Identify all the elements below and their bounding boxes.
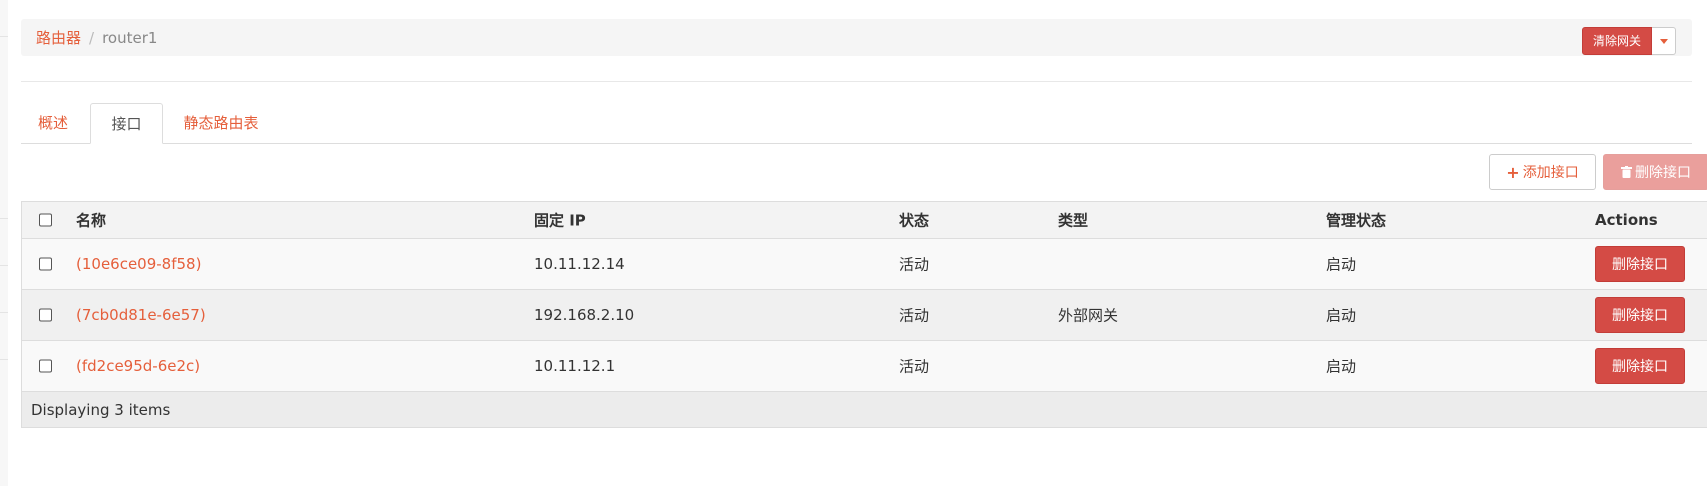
plus-icon: + xyxy=(1506,162,1520,182)
tab-overview[interactable]: 概述 xyxy=(21,103,85,143)
column-header-status[interactable]: 状态 xyxy=(899,210,929,231)
delete-interface-button[interactable]: 删除接口 xyxy=(1595,348,1685,384)
admin-state-cell: 启动 xyxy=(1326,306,1357,325)
admin-state-cell: 启动 xyxy=(1326,255,1357,274)
breadcrumb-current: router1 xyxy=(102,29,158,47)
page-header: 路由器 / router1 清除网关 xyxy=(21,19,1692,56)
interface-name-link[interactable]: (fd2ce95d-6e2c) xyxy=(76,357,200,375)
status-cell: 活动 xyxy=(899,357,930,376)
select-all-checkbox[interactable] xyxy=(39,213,52,227)
table-row: (10e6ce09-8f58) 10.11.12.14 活动 启动 删除接口 xyxy=(22,238,1707,289)
left-panel-edge xyxy=(0,0,8,486)
column-header-actions: Actions xyxy=(1595,211,1658,229)
caret-down-icon xyxy=(1659,38,1668,44)
delete-interfaces-label: 删除接口 xyxy=(1635,165,1691,181)
add-interface-label: 添加接口 xyxy=(1522,165,1579,181)
table-footer: Displaying 3 items xyxy=(22,391,1707,427)
delete-interfaces-button[interactable]: 删除接口 xyxy=(1603,154,1707,190)
interfaces-table: 名称 固定 IP 状态 类型 管理状态 Actions (10e6ce09-8f… xyxy=(21,201,1707,428)
clear-gateway-button-group: 清除网关 xyxy=(1581,27,1676,55)
admin-state-cell: 启动 xyxy=(1326,357,1357,376)
column-header-fixed-ip[interactable]: 固定 IP xyxy=(534,210,586,231)
table-row: (fd2ce95d-6e2c) 10.11.12.1 活动 启动 删除接口 xyxy=(22,340,1707,391)
table-row: (7cb0d81e-6e57) 192.168.2.10 活动 外部网关 启动 … xyxy=(22,289,1707,340)
row-select-checkbox[interactable] xyxy=(39,308,52,322)
tab-bar: 概述 接口 静态路由表 xyxy=(21,103,1692,144)
row-select-checkbox[interactable] xyxy=(39,359,52,373)
column-header-name[interactable]: 名称 xyxy=(76,210,106,231)
fixed-ip-cell: 10.11.12.14 xyxy=(534,255,625,273)
row-select-checkbox[interactable] xyxy=(39,257,52,271)
status-cell: 活动 xyxy=(899,306,930,325)
divider xyxy=(21,81,1692,82)
item-count-text: Displaying 3 items xyxy=(31,400,171,419)
column-header-type[interactable]: 类型 xyxy=(1058,210,1088,231)
delete-interface-button[interactable]: 删除接口 xyxy=(1595,297,1685,333)
breadcrumb-separator: / xyxy=(89,29,95,47)
status-cell: 活动 xyxy=(899,255,930,274)
trash-icon xyxy=(1621,166,1632,178)
table-header-row: 名称 固定 IP 状态 类型 管理状态 Actions xyxy=(22,202,1707,238)
tab-interfaces[interactable]: 接口 xyxy=(90,103,163,144)
column-header-admin-state[interactable]: 管理状态 xyxy=(1326,210,1386,231)
type-cell: 外部网关 xyxy=(1058,306,1119,325)
delete-interface-button[interactable]: 删除接口 xyxy=(1595,246,1685,282)
breadcrumb: 路由器 / router1 xyxy=(36,27,157,48)
more-actions-dropdown-toggle[interactable] xyxy=(1652,27,1676,55)
add-interface-button[interactable]: + 添加接口 xyxy=(1489,154,1596,190)
clear-gateway-button[interactable]: 清除网关 xyxy=(1581,27,1652,55)
fixed-ip-cell: 192.168.2.10 xyxy=(534,306,635,324)
breadcrumb-routers-link[interactable]: 路由器 xyxy=(36,29,81,47)
interface-name-link[interactable]: (10e6ce09-8f58) xyxy=(76,255,201,273)
fixed-ip-cell: 10.11.12.1 xyxy=(534,357,616,375)
interface-name-link[interactable]: (7cb0d81e-6e57) xyxy=(76,306,206,324)
tab-static-routes[interactable]: 静态路由表 xyxy=(166,103,276,143)
